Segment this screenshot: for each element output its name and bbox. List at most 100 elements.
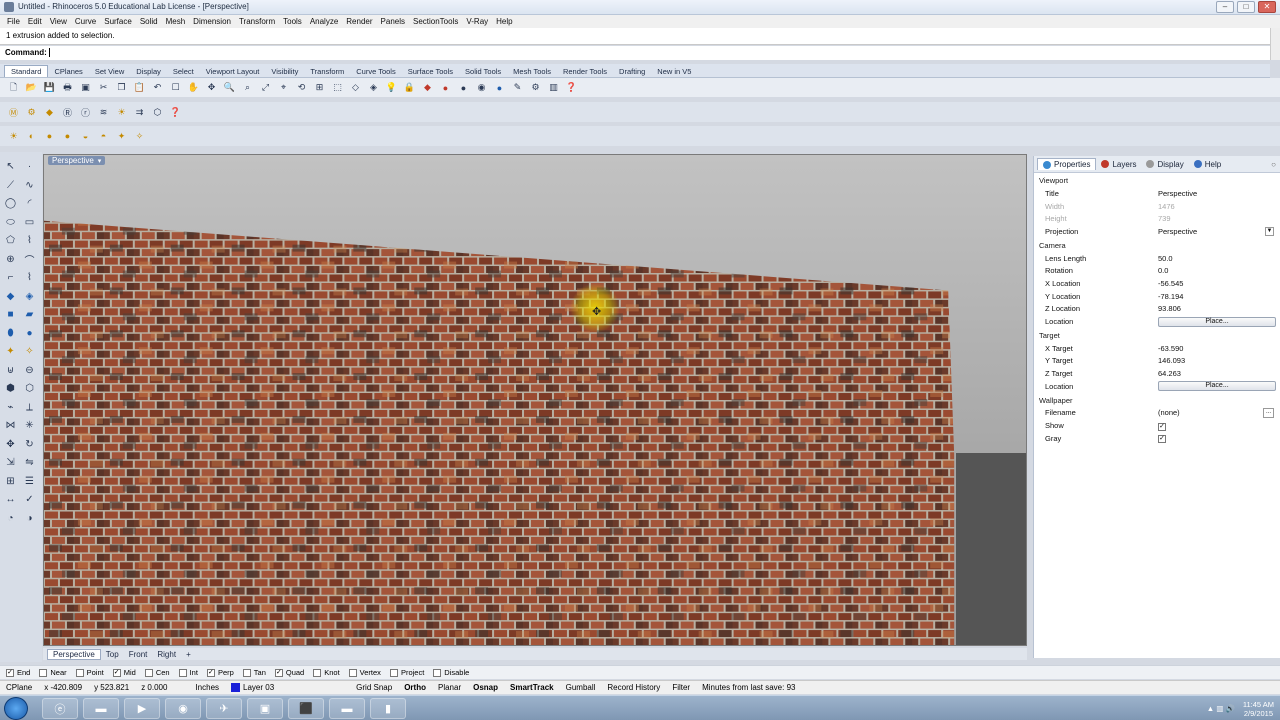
loft-icon[interactable]: ◈ <box>21 288 38 305</box>
lights-icon[interactable]: 💡 <box>384 80 399 95</box>
status-smarttrack[interactable]: SmartTrack <box>504 683 560 692</box>
select-icon[interactable]: ☐ <box>168 80 183 95</box>
menu-view[interactable]: View <box>46 17 71 26</box>
vray-proxy-icon[interactable]: ⬡ <box>150 105 165 120</box>
cut-icon[interactable]: ✂ <box>96 80 111 95</box>
polyline-icon[interactable]: ⟋ <box>2 177 19 194</box>
osnap-checkbox[interactable] <box>348 668 357 677</box>
rotate-view-icon[interactable]: ✥ <box>204 80 219 95</box>
analyze-icon[interactable]: ◔ <box>2 510 19 527</box>
fillet-icon[interactable]: ⌐ <box>2 269 19 286</box>
boolean-diff-icon[interactable]: ⊖ <box>21 362 38 379</box>
vray-omni-light-icon[interactable]: ● <box>60 129 75 144</box>
vray-material-icon[interactable]: Ⓜ <box>6 105 21 120</box>
osnap-mid[interactable]: ✓ Mid <box>112 668 136 677</box>
menu-edit[interactable]: Edit <box>24 17 46 26</box>
viewport-title[interactable]: Perspective ▾ <box>48 156 106 165</box>
text-curve-icon[interactable]: ⊕ <box>2 251 19 268</box>
toolbar-tab-transform[interactable]: Transform <box>304 66 350 77</box>
status-cplane[interactable]: CPlane <box>0 683 38 692</box>
add-viewport-tab-button[interactable]: + <box>181 650 196 659</box>
move-icon[interactable]: ✥ <box>2 436 19 453</box>
brick-wall-extrusion[interactable] <box>44 155 1026 645</box>
toolbar-tab-cplanes[interactable]: CPlanes <box>48 66 88 77</box>
volume-icon[interactable]: 🔊 <box>1226 704 1235 713</box>
scale-icon[interactable]: ⇲ <box>2 454 19 471</box>
undo-icon[interactable]: ↶ <box>150 80 165 95</box>
properties-icon[interactable]: ✎ <box>510 80 525 95</box>
menu-render[interactable]: Render <box>342 17 376 26</box>
ellipse-icon[interactable]: ⬭ <box>2 214 19 231</box>
vray-options-icon[interactable]: ⚙ <box>24 105 39 120</box>
folder-icon[interactable]: ▬ <box>329 698 365 719</box>
osnap-checkbox[interactable]: ✓ <box>6 668 14 677</box>
menu-panels[interactable]: Panels <box>377 17 409 26</box>
zoom-icon[interactable]: 🔍 <box>222 80 237 95</box>
osnap-project[interactable]: Project <box>389 668 424 677</box>
viewport-tab-front[interactable]: Front <box>124 650 153 659</box>
osnap-checkbox[interactable] <box>433 668 442 677</box>
toolbar-tab-surface-tools[interactable]: Surface Tools <box>402 66 459 77</box>
panel-close-icon[interactable]: ○ <box>1271 160 1276 169</box>
polygon-icon[interactable]: ⬠ <box>2 232 19 249</box>
wireframe-icon[interactable]: ◇ <box>348 80 363 95</box>
copy-icon[interactable]: ❐ <box>114 80 129 95</box>
vray-mesh-light-icon[interactable]: ✧ <box>132 129 147 144</box>
vray-frame-icon[interactable]: ≋ <box>96 105 111 120</box>
command-scrollbar[interactable] <box>1270 28 1280 60</box>
osnap-checkbox[interactable]: ✓ <box>274 668 283 677</box>
media-player-icon[interactable]: ▶ <box>124 698 160 719</box>
undo-view-icon[interactable]: ⟲ <box>294 80 309 95</box>
prop-show[interactable]: Show ✓ <box>1034 419 1280 432</box>
prop-title[interactable]: Title Perspective <box>1034 187 1280 200</box>
menu-analyze[interactable]: Analyze <box>306 17 342 26</box>
surface-icon[interactable]: ◆ <box>2 288 19 305</box>
split-icon[interactable]: ⟂ <box>21 399 38 416</box>
vray-sphere-light-icon[interactable]: ● <box>42 129 57 144</box>
import-icon[interactable]: ▣ <box>78 80 93 95</box>
menu-tools[interactable]: Tools <box>279 17 306 26</box>
material-icon[interactable]: ● <box>492 80 507 95</box>
prop-y-target[interactable]: Y Target 146.093 <box>1034 355 1280 368</box>
osnap-checkbox[interactable] <box>144 668 153 677</box>
sphere-icon[interactable]: ● <box>21 325 38 342</box>
render-preview-icon[interactable]: ◑ <box>21 510 38 527</box>
clock[interactable]: 11:45 AM 2/9/2015 <box>1243 700 1274 718</box>
prop-z-location[interactable]: Z Location 93.806 <box>1034 303 1280 316</box>
select-arrow-icon[interactable]: ↖ <box>2 158 19 175</box>
osnap-near[interactable]: Near <box>39 668 67 677</box>
perspective-viewport[interactable]: ✥ Perspective ▾ <box>43 154 1027 646</box>
toolbar-tab-mesh-tools[interactable]: Mesh Tools <box>507 66 557 77</box>
osnap-vertex[interactable]: Vertex <box>348 668 381 677</box>
freeform-icon[interactable]: ⌇ <box>21 232 38 249</box>
vray-ies-light-icon[interactable]: ✦ <box>114 129 129 144</box>
prop-rotation[interactable]: Rotation 0.0 <box>1034 264 1280 277</box>
osnap-checkbox[interactable] <box>39 668 48 677</box>
circle-icon[interactable]: ◯ <box>2 195 19 212</box>
array-icon[interactable]: ⊞ <box>2 473 19 490</box>
paste-icon[interactable]: 📋 <box>132 80 147 95</box>
status-ortho[interactable]: Ortho <box>398 683 432 692</box>
toolbar-tab-display[interactable]: Display <box>130 66 167 77</box>
vray-help-icon[interactable]: ❓ <box>168 105 183 120</box>
target-place-button[interactable]: Place... <box>1158 381 1276 392</box>
window-icon[interactable]: ▣ <box>247 698 283 719</box>
vray-dome-light-icon[interactable]: ◓ <box>96 129 111 144</box>
join-icon[interactable]: ⋈ <box>2 417 19 434</box>
osnap-checkbox[interactable] <box>75 668 84 677</box>
toolbar-tab-drafting[interactable]: Drafting <box>613 66 651 77</box>
menu-surface[interactable]: Surface <box>100 17 136 26</box>
open-icon[interactable]: 📂 <box>24 80 39 95</box>
status-units[interactable]: Inches <box>173 683 225 692</box>
show-checkbox[interactable]: ✓ <box>1158 422 1166 431</box>
status-osnap[interactable]: Osnap <box>467 683 504 692</box>
panel-tab-help[interactable]: Help <box>1189 159 1226 170</box>
panel-tab-layers[interactable]: Layers <box>1096 159 1141 170</box>
snapshot-icon[interactable]: ▥ <box>546 80 561 95</box>
new-icon[interactable]: 🗋 <box>6 80 21 95</box>
osnap-checkbox[interactable] <box>313 668 322 677</box>
folder-icon[interactable]: ▬ <box>83 698 119 719</box>
vray-rt-icon[interactable]: ⓡ <box>78 105 93 120</box>
mesh-icon[interactable]: ✦ <box>2 343 19 360</box>
vray-sun-light-icon[interactable]: ☀ <box>6 129 21 144</box>
